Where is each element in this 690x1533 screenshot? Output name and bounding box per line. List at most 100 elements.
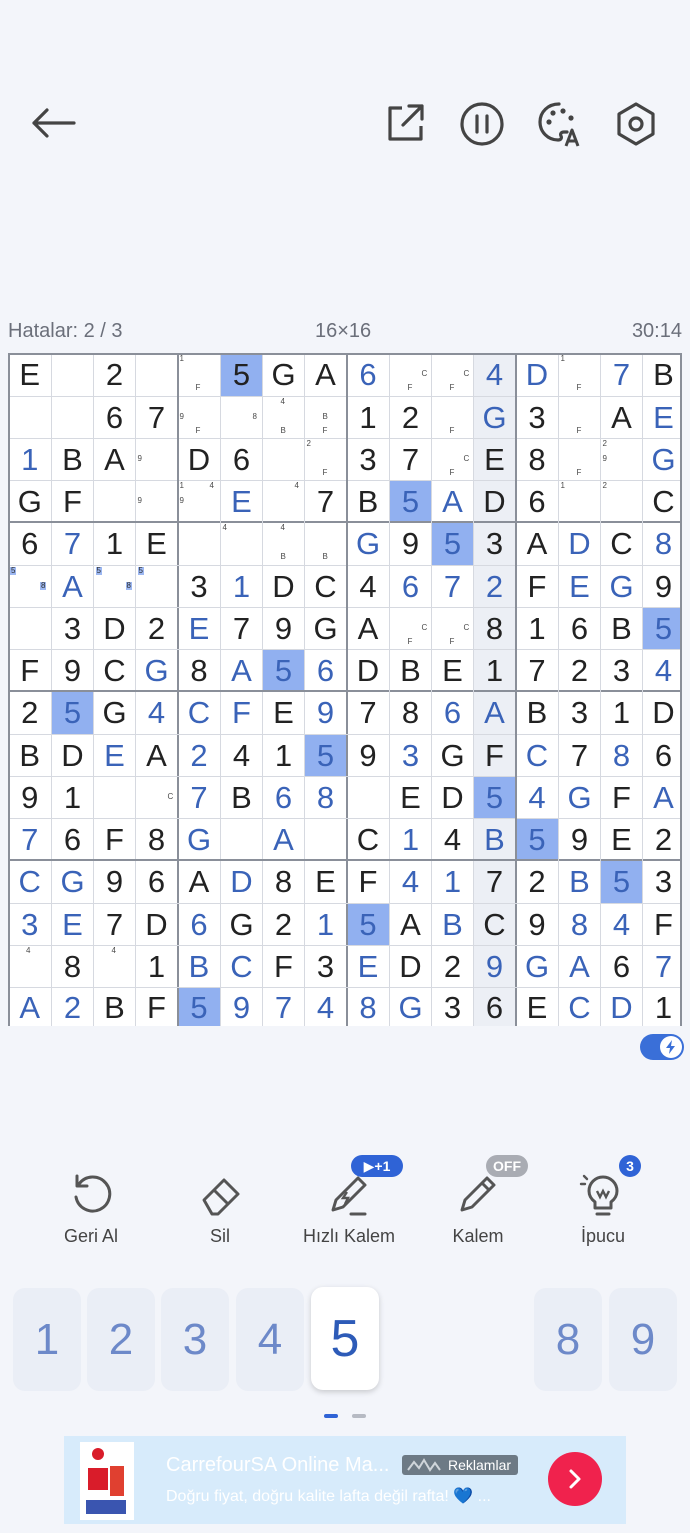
grid-cell[interactable]: D: [263, 565, 305, 607]
grid-cell[interactable]: E: [136, 522, 178, 565]
grid-cell[interactable]: B: [432, 903, 474, 945]
grid-cell[interactable]: B: [347, 480, 390, 522]
grid-cell[interactable]: 8: [390, 691, 432, 734]
grid-cell[interactable]: E: [263, 691, 305, 734]
grid-cell[interactable]: A: [643, 776, 683, 818]
grid-cell[interactable]: B: [8, 734, 52, 776]
grid-cell[interactable]: B: [601, 607, 643, 649]
grid-cell[interactable]: 4: [601, 903, 643, 945]
grid-cell[interactable]: 1: [390, 818, 432, 860]
grid-cell[interactable]: 6: [263, 776, 305, 818]
grid-cell[interactable]: 9: [52, 649, 94, 691]
grid-cell[interactable]: 6: [390, 565, 432, 607]
grid-cell[interactable]: 2: [432, 945, 474, 987]
grid-cell[interactable]: G: [305, 607, 347, 649]
grid-cell[interactable]: A: [94, 438, 136, 480]
grid-cell[interactable]: 9: [94, 860, 136, 903]
grid-cell[interactable]: G: [263, 353, 305, 396]
grid-cell[interactable]: D: [390, 945, 432, 987]
grid-cell[interactable]: C: [221, 945, 263, 987]
grid-cell[interactable]: 5: [262, 649, 305, 691]
grid-cell[interactable]: 4: [473, 353, 516, 396]
grid-cell[interactable]: 2: [390, 396, 432, 438]
grid-cell[interactable]: B: [473, 818, 516, 860]
grid-cell[interactable]: A: [516, 522, 559, 565]
grid-cell[interactable]: 7: [178, 776, 221, 818]
grid-cell[interactable]: F: [601, 776, 643, 818]
grid-cell[interactable]: 5: [473, 776, 516, 818]
number-key-5[interactable]: 5: [311, 1287, 379, 1390]
grid-cell[interactable]: [136, 353, 178, 396]
grid-cell[interactable]: B: [221, 776, 263, 818]
erase-button[interactable]: Sil: [160, 1160, 280, 1260]
grid-cell[interactable]: [8, 607, 52, 649]
grid-cell[interactable]: 3: [305, 945, 347, 987]
grid-cell[interactable]: 4: [305, 987, 347, 1026]
grid-cell[interactable]: D: [178, 438, 221, 480]
grid-cell[interactable]: A: [601, 396, 643, 438]
grid-cell[interactable]: G: [221, 903, 263, 945]
grid-cell[interactable]: 7: [8, 818, 52, 860]
grid-cell[interactable]: C: [178, 691, 221, 734]
grid-cell[interactable]: 7: [347, 691, 390, 734]
grid-cell[interactable]: [94, 776, 136, 818]
hint-button[interactable]: 3 İpucu: [543, 1155, 663, 1260]
grid-cell[interactable]: B: [94, 987, 136, 1026]
quick-pencil-button[interactable]: ▶+1 Hızlı Kalem: [289, 1155, 409, 1260]
grid-cell[interactable]: E: [643, 396, 683, 438]
grid-cell[interactable]: 7: [473, 860, 516, 903]
grid-cell[interactable]: 2: [136, 607, 178, 649]
grid-cell[interactable]: 8: [263, 860, 305, 903]
grid-cell[interactable]: A: [347, 607, 390, 649]
grid-cell[interactable]: A: [559, 945, 601, 987]
grid-cell[interactable]: 5: [642, 607, 682, 649]
grid-cell[interactable]: 3: [390, 734, 432, 776]
grid-cell[interactable]: 3: [643, 860, 683, 903]
grid-cell[interactable]: A: [221, 649, 263, 691]
grid-cell[interactable]: F: [263, 945, 305, 987]
grid-cell[interactable]: G: [559, 776, 601, 818]
grid-cell[interactable]: C: [473, 903, 516, 945]
number-key-4[interactable]: 4: [236, 1288, 304, 1391]
grid-cell[interactable]: 1: [601, 691, 643, 734]
grid-cell[interactable]: 2: [516, 860, 559, 903]
grid-cell[interactable]: 1: [473, 649, 516, 691]
grid-cell[interactable]: 7: [94, 903, 136, 945]
grid-cell[interactable]: F: [8, 649, 52, 691]
grid-cell[interactable]: 8: [178, 649, 221, 691]
grid-cell[interactable]: G: [516, 945, 559, 987]
grid-cell[interactable]: 1: [221, 565, 263, 607]
grid-cell[interactable]: 8: [305, 776, 347, 818]
grid-cell[interactable]: D: [473, 480, 516, 522]
grid-cell[interactable]: 6: [178, 903, 221, 945]
grid-cell[interactable]: G: [94, 691, 136, 734]
grid-cell[interactable]: D: [347, 649, 390, 691]
grid-cell[interactable]: 7: [390, 438, 432, 480]
grid-cell[interactable]: 6: [473, 987, 516, 1026]
grid-cell[interactable]: 3: [52, 607, 94, 649]
grid-cell[interactable]: 7: [601, 353, 643, 396]
grid-cell[interactable]: [52, 396, 94, 438]
grid-cell[interactable]: 8: [601, 734, 643, 776]
grid-cell[interactable]: C: [347, 818, 390, 860]
grid-cell[interactable]: F: [94, 818, 136, 860]
number-key-3[interactable]: 3: [161, 1288, 229, 1391]
ad-cta-button[interactable]: [548, 1452, 602, 1506]
grid-cell[interactable]: 3: [559, 691, 601, 734]
settings-button[interactable]: [610, 98, 662, 150]
grid-cell[interactable]: D: [432, 776, 474, 818]
grid-cell[interactable]: E: [305, 860, 347, 903]
grid-cell[interactable]: 1: [52, 776, 94, 818]
grid-cell[interactable]: [347, 776, 390, 818]
grid-cell[interactable]: 9: [643, 565, 683, 607]
grid-cell[interactable]: 7: [136, 396, 178, 438]
grid-cell[interactable]: 5: [304, 734, 347, 776]
grid-cell[interactable]: G: [8, 480, 52, 522]
grid-cell[interactable]: 9: [8, 776, 52, 818]
grid-cell[interactable]: 8: [516, 438, 559, 480]
grid-cell[interactable]: 6: [347, 353, 390, 396]
grid-cell[interactable]: G: [52, 860, 94, 903]
grid-cell[interactable]: 4: [390, 860, 432, 903]
grid-cell[interactable]: F: [473, 734, 516, 776]
grid-cell[interactable]: C: [305, 565, 347, 607]
